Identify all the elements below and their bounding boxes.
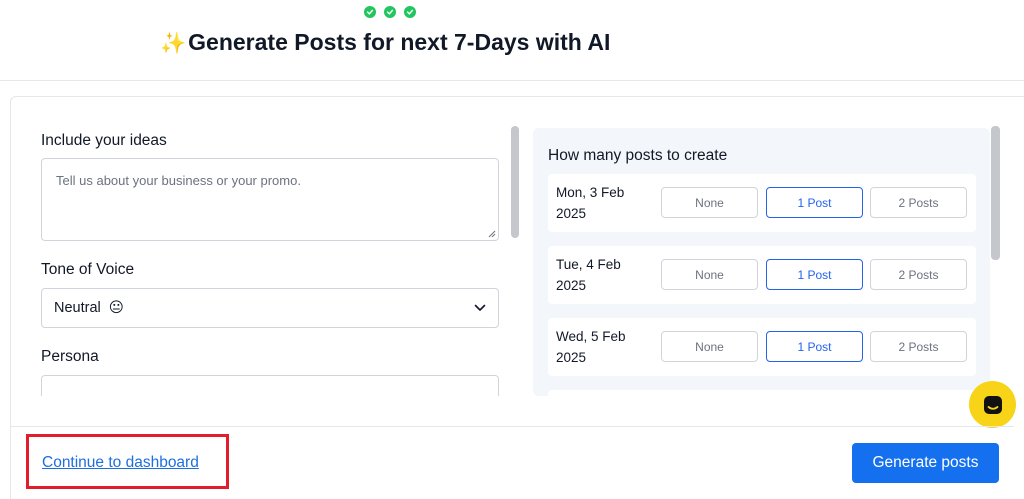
option-none-button[interactable]: None <box>661 259 758 290</box>
option-2-posts-button[interactable]: 2 Posts <box>870 331 967 362</box>
tone-label: Tone of Voice <box>41 261 135 278</box>
chevron-down-icon <box>474 304 486 311</box>
option-2-posts-button[interactable]: 2 Posts <box>870 259 967 290</box>
progress-steps <box>364 6 416 18</box>
tone-selected-value: Neutral 😐 <box>54 300 124 316</box>
ideas-placeholder: Tell us about your business or your prom… <box>56 173 301 188</box>
ideas-textarea[interactable]: Tell us about your business or your prom… <box>41 158 499 241</box>
day-row: Mon, 3 Feb 2025 None 1 Post 2 Posts <box>548 174 976 232</box>
continue-to-dashboard-link[interactable]: Continue to dashboard <box>42 454 199 472</box>
step-complete-icon <box>364 6 376 18</box>
resize-handle-icon[interactable] <box>488 230 496 238</box>
page-title: ✨Generate Posts for next 7-Days with AI <box>160 29 610 56</box>
posts-scrollbar[interactable] <box>991 126 1000 260</box>
option-1-post-button[interactable]: 1 Post <box>766 259 863 290</box>
step-complete-icon <box>404 6 416 18</box>
posts-title: How many posts to create <box>548 147 728 164</box>
posts-panel: How many posts to create Mon, 3 Feb 2025… <box>533 128 990 396</box>
option-1-post-button[interactable]: 1 Post <box>766 187 863 218</box>
day-label: Mon, 3 Feb 2025 <box>556 185 625 221</box>
generate-posts-button[interactable]: Generate posts <box>852 443 999 483</box>
top-bar: ✨Generate Posts for next 7-Days with AI <box>0 0 1024 81</box>
day-row <box>548 390 976 396</box>
day-label: Wed, 5 Feb 2025 <box>556 329 626 365</box>
option-none-button[interactable]: None <box>661 331 758 362</box>
ideas-label: Include your ideas <box>41 132 167 149</box>
neutral-face-icon: 😐 <box>108 300 124 316</box>
option-none-button[interactable]: None <box>661 187 758 218</box>
option-2-posts-button[interactable]: 2 Posts <box>870 187 967 218</box>
day-label: Tue, 4 Feb 2025 <box>556 257 621 293</box>
page-title-text: Generate Posts for next 7-Days with AI <box>188 29 611 55</box>
tone-select[interactable]: Neutral 😐 <box>41 288 499 328</box>
day-row: Wed, 5 Feb 2025 None 1 Post 2 Posts <box>548 318 976 376</box>
ideas-form: Include your ideas Tell us about your bu… <box>41 130 499 396</box>
day-row: Tue, 4 Feb 2025 None 1 Post 2 Posts <box>548 246 976 304</box>
form-scrollbar[interactable] <box>511 126 519 238</box>
persona-label: Persona <box>41 348 99 365</box>
persona-input[interactable] <box>41 375 499 396</box>
footer-divider <box>10 426 1014 427</box>
option-1-post-button[interactable]: 1 Post <box>766 331 863 362</box>
step-complete-icon <box>384 6 396 18</box>
chat-icon <box>983 395 1002 414</box>
sparkles-icon: ✨ <box>160 32 187 55</box>
chat-widget-button[interactable] <box>969 381 1016 428</box>
